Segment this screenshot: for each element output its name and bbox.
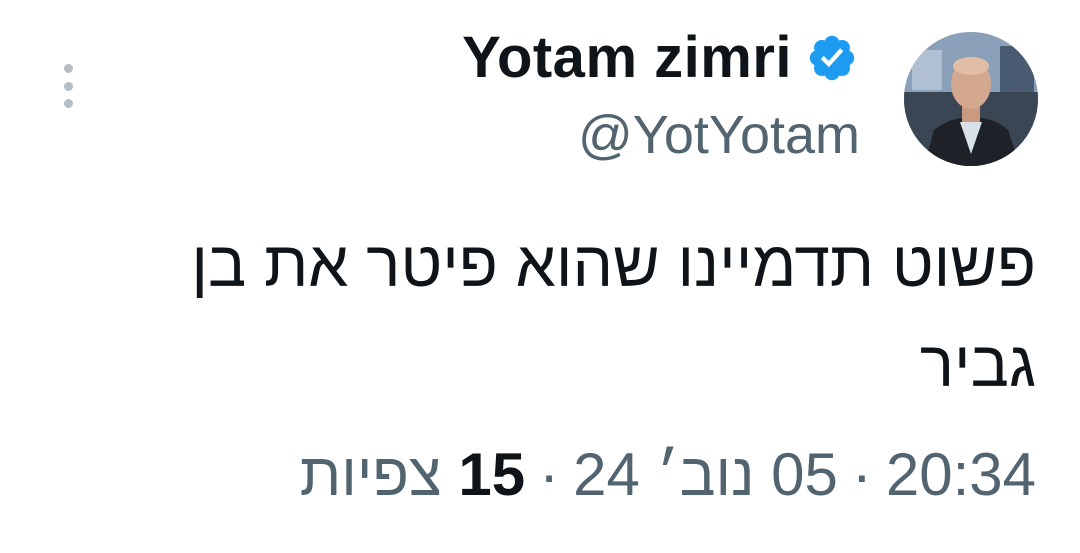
tweet-text: פשוט תדמיינו שהוא פיטר את בן גביר <box>191 228 1036 400</box>
more-vertical-icon <box>63 64 73 73</box>
tweet-meta: 20:34 · 05 נוב׳ 24 · 15 צפיות <box>300 440 1036 509</box>
avatar-photo <box>904 32 1038 166</box>
verified-badge-icon <box>809 35 855 80</box>
more-options-button[interactable] <box>58 64 78 108</box>
tweet-date[interactable]: 05 נוב׳ 24 <box>573 440 838 509</box>
views[interactable]: 15 צפיות <box>300 440 525 509</box>
views-label: צפיות <box>299 441 442 508</box>
tweet-time[interactable]: 20:34 <box>886 440 1036 509</box>
author-handle[interactable]: @YotYotam <box>578 104 860 166</box>
meta-separator: · <box>851 441 872 508</box>
author-name-row[interactable]: Yotam zimri <box>462 24 858 91</box>
author-display-name[interactable]: Yotam zimri <box>462 24 792 91</box>
avatar[interactable] <box>904 32 1038 166</box>
meta-separator: · <box>539 441 560 508</box>
tweet-card: Yotam zimri @YotYotam פשוט תדמיינו שהוא … <box>0 0 1080 553</box>
views-count: 15 <box>458 441 526 508</box>
